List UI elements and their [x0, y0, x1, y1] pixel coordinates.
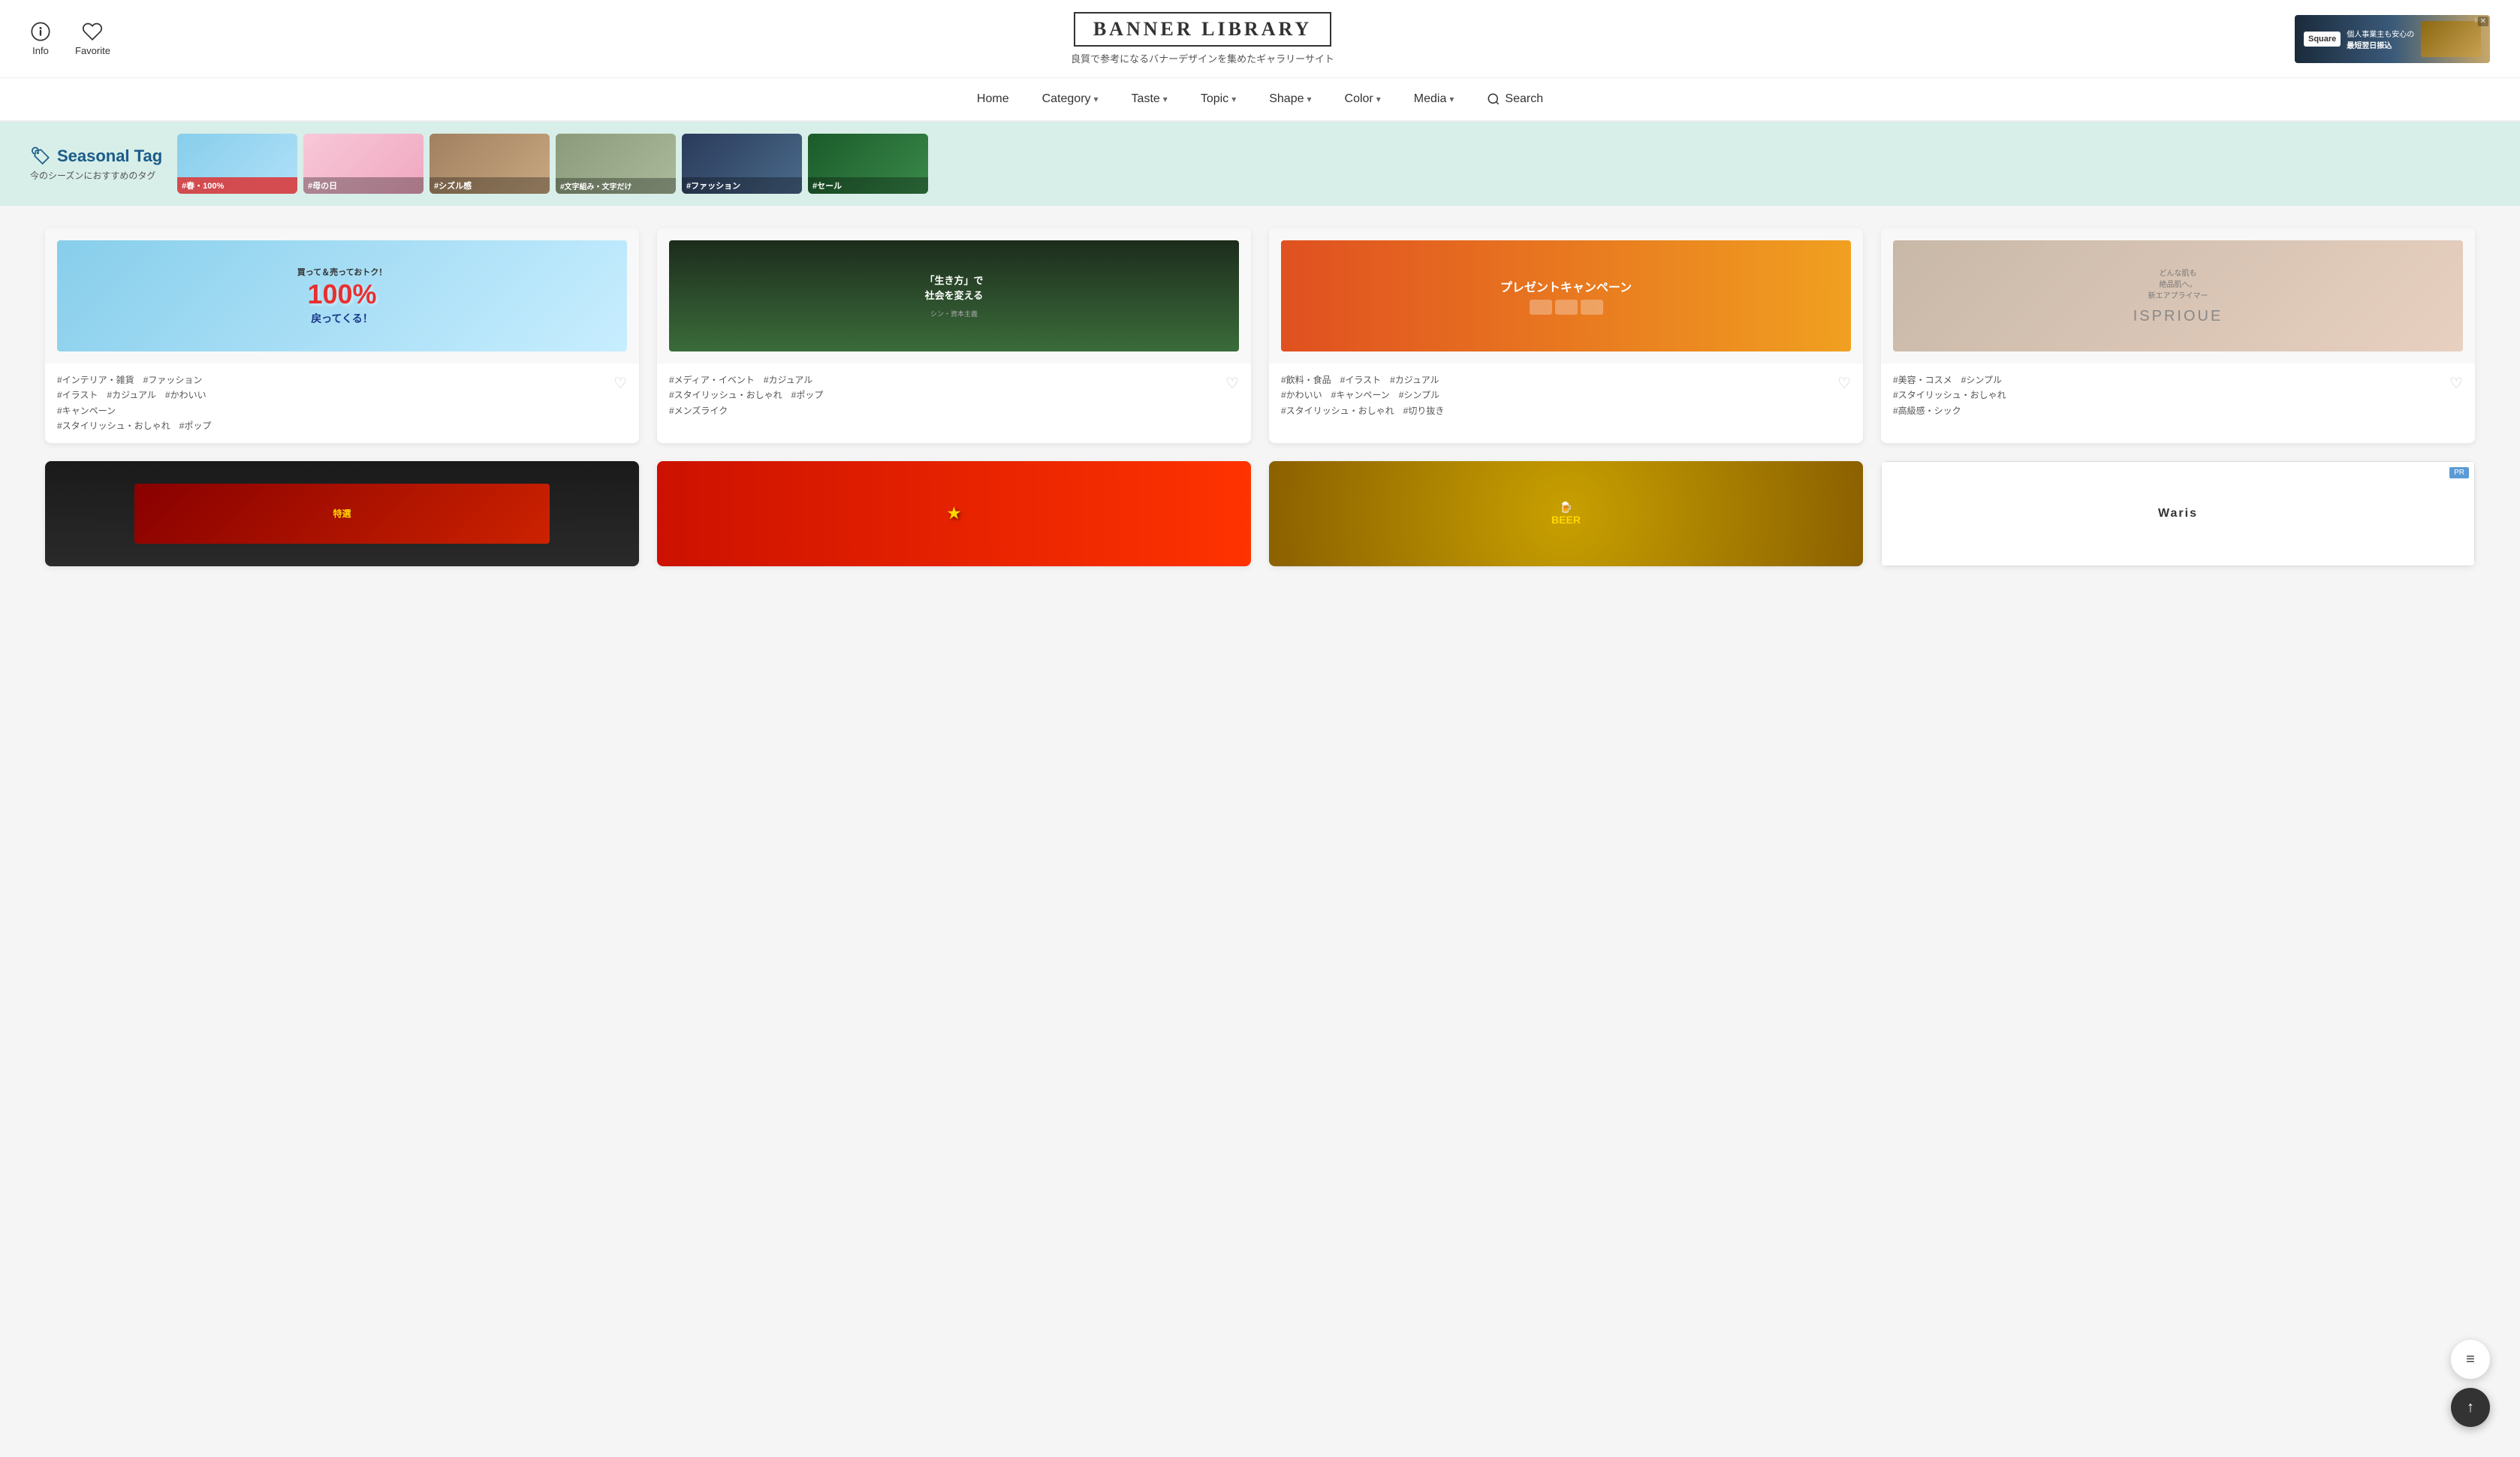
- tag-label-6: #セール: [808, 177, 928, 194]
- info-label: Info: [32, 45, 49, 56]
- nav-color[interactable]: Color ▾: [1331, 86, 1394, 112]
- card-2-tags: #メディア・イベント #カジュアル#スタイリッシュ・おしゃれ #ポップ#メンズラ…: [669, 373, 1225, 418]
- beer-banner-text: 🍺BEER: [1551, 501, 1581, 526]
- site-title[interactable]: BANNER LIBRARY: [1074, 12, 1331, 47]
- tag-item-5[interactable]: #ファッション: [682, 134, 802, 194]
- card-4-image: どんな肌も絶品肌へ。新エアプライマー ISPRIOUE: [1881, 228, 2475, 363]
- chevron-down-icon: ▾: [1231, 94, 1236, 104]
- tag-label-2: #母の日: [303, 177, 424, 194]
- card-8[interactable]: PR Waris: [1881, 461, 2475, 566]
- tag-item-6[interactable]: #セール: [808, 134, 928, 194]
- card-4-footer: #美容・コスメ #シンプル#スタイリッシュ・おしゃれ#高級感・シック ♡: [1881, 363, 2475, 427]
- favorite-button[interactable]: Favorite: [75, 21, 110, 56]
- nav-topic-label: Topic: [1201, 92, 1228, 106]
- main-content: 買って＆売っておトク！ 100% 戻ってくる！ #インテリア・雑貨 #ファッショ…: [0, 206, 2520, 589]
- chevron-down-icon: ▾: [1163, 94, 1168, 104]
- card-6-image: ★: [657, 461, 1251, 566]
- card-7-image: 🍺BEER: [1269, 461, 1863, 566]
- nav-taste-label: Taste: [1132, 92, 1160, 106]
- seasonal-label: 🏷 Seasonal Tag 今のシーズンにおすすめのタグ: [30, 146, 165, 182]
- nav-search-label: Search: [1505, 92, 1543, 106]
- ad-text: 個人事業主も安心の 最短翌日振込: [2347, 28, 2414, 50]
- tag-item-4[interactable]: #文字組み・文字だけ: [556, 134, 676, 194]
- tag-items-container: #春・100% #母の日 #シズル感 #文字組み・文字だけ #ファッション #セ: [177, 134, 928, 194]
- card-4-tags: #美容・コスメ #シンプル#スタイリッシュ・おしゃれ#高級感・シック: [1893, 373, 2449, 418]
- nav-shape-label: Shape: [1269, 92, 1304, 106]
- search-icon: [1487, 92, 1500, 106]
- tag-label-3: #シズル感: [430, 177, 550, 194]
- tag-item-2[interactable]: #母の日: [303, 134, 424, 194]
- square-logo: Square: [2304, 32, 2341, 47]
- nav-search[interactable]: Search: [1473, 86, 1557, 112]
- tag-icon: 🏷: [30, 146, 51, 166]
- chevron-down-icon: ▾: [1376, 94, 1381, 104]
- nav-category-label: Category: [1042, 92, 1091, 106]
- card-3-tags: #飲料・食品 #イラスト #カジュアル#かわいい #キャンペーン #シンプル#ス…: [1281, 373, 1837, 418]
- nav-media[interactable]: Media ▾: [1400, 86, 1468, 112]
- tag-label-1: #春・100%: [177, 177, 297, 194]
- nav-media-label: Media: [1414, 92, 1447, 106]
- card-grid: 買って＆売っておトク！ 100% 戻ってくる！ #インテリア・雑貨 #ファッショ…: [45, 228, 2475, 566]
- chevron-down-icon: ▾: [1307, 94, 1311, 104]
- nav-color-label: Color: [1345, 92, 1373, 106]
- card-7[interactable]: 🍺BEER: [1269, 461, 1863, 566]
- card-5[interactable]: 特選: [45, 461, 639, 566]
- chevron-down-icon: ▾: [1094, 94, 1099, 104]
- header-center: BANNER LIBRARY 良質で参考になるバナーデザインを集めたギャラリーサ…: [1071, 12, 1334, 65]
- seasonal-title: 🏷 Seasonal Tag: [30, 146, 165, 166]
- nav-home-label: Home: [977, 92, 1009, 106]
- tag-label-4: #文字組み・文字だけ: [556, 178, 676, 194]
- nav-taste[interactable]: Taste ▾: [1118, 86, 1181, 112]
- card-1-footer: #インテリア・雑貨 #ファッション#イラスト #カジュアル #かわいい#キャンペ…: [45, 363, 639, 443]
- fab-menu-button[interactable]: ≡: [2451, 1340, 2490, 1379]
- card-2[interactable]: 「生き方」で社会を変える シン・資本主義 #メディア・イベント #カジュアル#ス…: [657, 228, 1251, 443]
- card-2-image: 「生き方」で社会を変える シン・資本主義: [657, 228, 1251, 363]
- header-left: Info Favorite: [30, 21, 110, 56]
- tag-label-5: #ファッション: [682, 177, 802, 194]
- tag-item-3[interactable]: #シズル感: [430, 134, 550, 194]
- tag-item-1[interactable]: #春・100%: [177, 134, 297, 194]
- seasonal-band: 🏷 Seasonal Tag 今のシーズンにおすすめのタグ #春・100% #母…: [0, 122, 2520, 206]
- pr-badge: PR: [2449, 467, 2469, 478]
- seasonal-subtitle: 今のシーズンにおすすめのタグ: [30, 169, 165, 182]
- site-subtitle: 良質で参考になるバナーデザインを集めたギャラリーサイト: [1071, 51, 1334, 65]
- nav-shape[interactable]: Shape ▾: [1255, 86, 1325, 112]
- card-1[interactable]: 買って＆売っておトク！ 100% 戻ってくる！ #インテリア・雑貨 #ファッショ…: [45, 228, 639, 443]
- card-2-footer: #メディア・イベント #カジュアル#スタイリッシュ・おしゃれ #ポップ#メンズラ…: [657, 363, 1251, 427]
- chevron-down-icon: ▾: [1449, 94, 1454, 104]
- card-3[interactable]: プレゼントキャンペーン #飲料・食品 #イラスト #カジュアル#かわいい #キャ…: [1269, 228, 1863, 443]
- heart-icon: [82, 21, 103, 42]
- card-1-image: 買って＆売っておトク！ 100% 戻ってくる！: [45, 228, 639, 363]
- nav-topic[interactable]: Topic ▾: [1187, 86, 1249, 112]
- main-nav: Home Category ▾ Taste ▾ Topic ▾ Shape ▾ …: [0, 78, 2520, 122]
- card-4[interactable]: どんな肌も絶品肌へ。新エアプライマー ISPRIOUE #美容・コスメ #シンプ…: [1881, 228, 2475, 443]
- ad-line2: 最短翌日振込: [2347, 39, 2414, 50]
- ad-line1: 個人事業主も安心の: [2347, 28, 2414, 39]
- card-8-image: Waris: [1881, 461, 2475, 566]
- favorite-label: Favorite: [75, 45, 110, 56]
- info-icon: [30, 21, 51, 42]
- fab-container: ≡ ↑: [2451, 1340, 2490, 1427]
- card-5-image: 特選: [45, 461, 639, 566]
- nav-category[interactable]: Category ▾: [1029, 86, 1112, 112]
- nav-home[interactable]: Home: [963, 86, 1023, 112]
- card-1-tags: #インテリア・雑貨 #ファッション#イラスト #カジュアル #かわいい#キャンペ…: [57, 373, 613, 434]
- ad-info-icon: i: [2475, 17, 2476, 24]
- card-1-heart[interactable]: ♡: [613, 374, 627, 393]
- card-4-heart[interactable]: ♡: [2449, 374, 2463, 393]
- ad-area: Square 個人事業主も安心の 最短翌日振込 i ✕: [2295, 15, 2490, 63]
- info-button[interactable]: Info: [30, 21, 51, 56]
- card-3-footer: #飲料・食品 #イラスト #カジュアル#かわいい #キャンペーン #シンプル#ス…: [1269, 363, 1863, 427]
- card-3-image: プレゼントキャンペーン: [1269, 228, 1863, 363]
- card-3-heart[interactable]: ♡: [1837, 374, 1851, 393]
- scroll-top-button[interactable]: ↑: [2451, 1388, 2490, 1427]
- header: Info Favorite BANNER LIBRARY 良質で参考になるバナー…: [0, 0, 2520, 78]
- ad-close-button[interactable]: ✕: [2478, 17, 2488, 26]
- card-2-heart[interactable]: ♡: [1225, 374, 1239, 393]
- card-6[interactable]: ★: [657, 461, 1251, 566]
- ad-image-side: [2421, 21, 2481, 57]
